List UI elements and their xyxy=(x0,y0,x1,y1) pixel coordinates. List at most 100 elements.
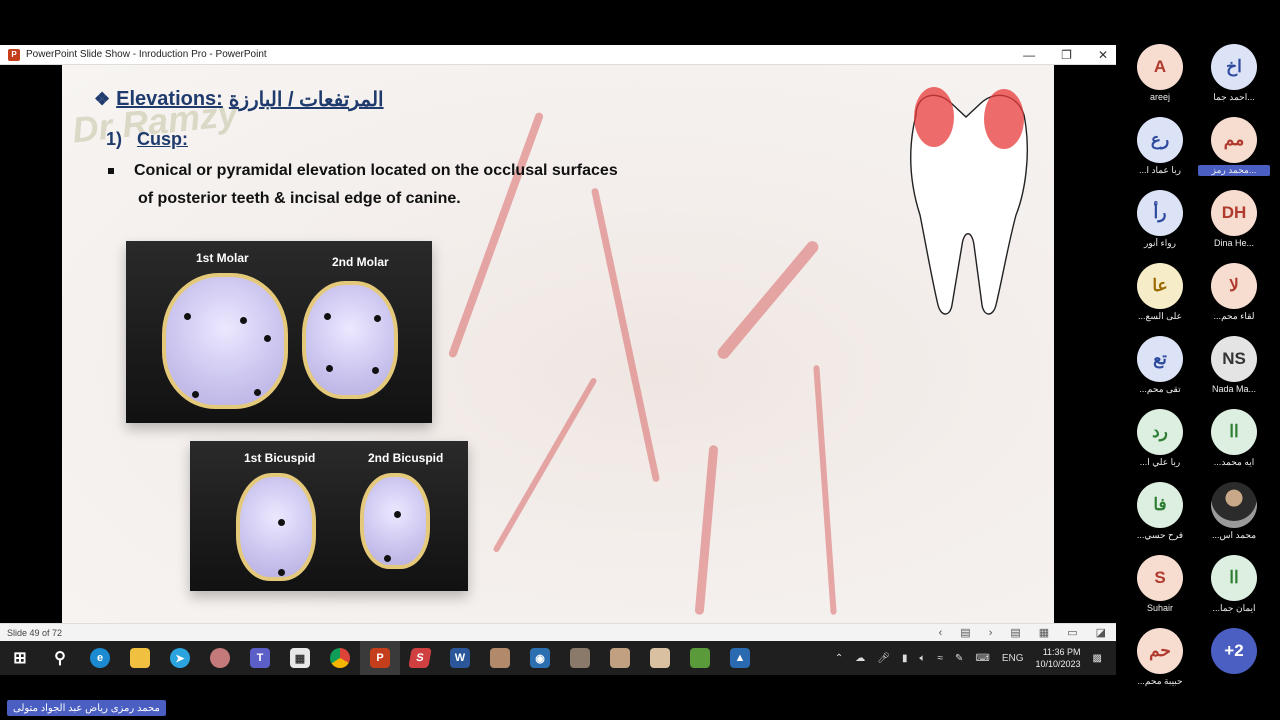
second-bicuspid-tooth xyxy=(360,473,430,569)
chrome-icon[interactable] xyxy=(320,641,360,675)
cloud-icon[interactable]: ☁ xyxy=(855,653,865,664)
minecraft-icon[interactable] xyxy=(680,641,720,675)
first-bicuspid-tooth xyxy=(236,473,316,581)
slide-counter: Slide 49 of 72 xyxy=(7,627,63,638)
speaker-name-label: محمد رمزى رياض عبد الجواد متولى xyxy=(7,700,166,716)
participant-tile[interactable]: +2 xyxy=(1198,628,1270,698)
chevron-up-icon[interactable]: ⌃ xyxy=(835,653,843,664)
participant-avatar: رد xyxy=(1137,409,1183,455)
windows-start-icon[interactable]: ⊞ xyxy=(0,641,40,675)
pen-icon[interactable]: ✎ xyxy=(955,653,963,664)
participant-avatar: NS xyxy=(1211,336,1257,382)
clock-time: 11:36 PM xyxy=(1042,647,1081,657)
participant-avatar: اا xyxy=(1211,555,1257,601)
minimize-button[interactable]: — xyxy=(1023,48,1035,62)
participant-tile[interactable]: DH Dina He... xyxy=(1198,190,1270,260)
slide-sorter-icon[interactable]: ▤ xyxy=(960,626,970,639)
participant-name: ...ربا علي ا xyxy=(1139,457,1181,467)
participant-name: رواء أنور xyxy=(1144,238,1176,248)
clock[interactable]: 11:36 PM 10/10/2023 xyxy=(1036,646,1081,670)
file-explorer-icon[interactable] xyxy=(120,641,160,675)
participant-name: ...تقى محم xyxy=(1139,384,1181,394)
participant-tile[interactable]: Aareej xyxy=(1124,44,1196,114)
participant-avatar: A xyxy=(1137,44,1183,90)
search-icon[interactable]: ⚲ xyxy=(40,641,80,675)
participant-tile[interactable]: تع ...تقى محم xyxy=(1124,336,1196,406)
app-icon[interactable]: S xyxy=(400,641,440,675)
participant-tile[interactable]: رع ...ربا عماد ا xyxy=(1124,117,1196,187)
telegram-icon[interactable]: ➤ xyxy=(160,641,200,675)
notification-icon[interactable]: ▩ xyxy=(1093,653,1102,664)
battery-icon[interactable]: ▮ xyxy=(902,653,908,664)
photo-icon[interactable] xyxy=(560,641,600,675)
app-icon[interactable]: ◉ xyxy=(520,641,560,675)
volume-icon[interactable]: 🔈︎ xyxy=(920,653,926,664)
participant-name: ...على السع xyxy=(1138,311,1182,321)
clock-date: 10/10/2023 xyxy=(1035,659,1081,669)
slide[interactable]: Dr Ramzy ❖ Elevations: المرتفعات / البار… xyxy=(62,65,1054,623)
participant-name: Suhair xyxy=(1146,603,1173,613)
word-icon[interactable]: W xyxy=(440,641,480,675)
slideshow-view-icon[interactable]: ◪ xyxy=(1096,626,1106,639)
participant-name: احمد جما... xyxy=(1213,92,1255,102)
app-icon[interactable]: ▲ xyxy=(720,641,760,675)
status-bar: Slide 49 of 72 ‹ ▤ › ▤ ▦ ▭ ◪ xyxy=(0,623,1116,641)
reading-view-icon[interactable]: ▭ xyxy=(1067,626,1077,639)
window-title: PowerPoint Slide Show - Inroduction Pro … xyxy=(26,49,267,60)
microphone-icon[interactable]: 🎤︎ xyxy=(877,653,890,664)
participant-tile[interactable]: فا ...فرح حسي xyxy=(1124,482,1196,552)
bicuspid-photo: 1st Bicuspid 2nd Bicuspid xyxy=(190,441,468,591)
participant-name: ...فرح حسي xyxy=(1136,530,1184,540)
participant-tile[interactable]: اا ...ايمان جما xyxy=(1198,555,1270,625)
second-molar-tooth xyxy=(302,281,398,399)
molar-photo: 1st Molar 2nd Molar xyxy=(126,241,432,423)
participant-avatar: لا xyxy=(1211,263,1257,309)
taskbar: ⊞ ⚲ e ➤ T ▦ P S W ◉ ▲ ⌃ ☁ 🎤︎ ▮ 🔈︎ ≈ ✎ ⌨ … xyxy=(0,641,1116,675)
close-button[interactable]: ✕ xyxy=(1098,48,1108,62)
participant-name: ...ربا عماد ا xyxy=(1139,165,1181,175)
square-bullet-icon xyxy=(108,167,114,174)
participant-avatar: +2 xyxy=(1211,628,1257,674)
normal-view-icon[interactable]: ▤ xyxy=(1010,626,1020,639)
participant-name: ...حبيبة محم xyxy=(1137,676,1183,686)
cusp-highlight xyxy=(984,89,1024,149)
next-slide-icon[interactable]: › xyxy=(989,627,993,639)
powerpoint-window: P PowerPoint Slide Show - Inroduction Pr… xyxy=(0,45,1116,675)
bullet-line-2: of posterior teeth & incisal edge of can… xyxy=(138,190,461,207)
powerpoint-icon[interactable]: P xyxy=(360,641,400,675)
language-indicator[interactable]: ENG xyxy=(1002,653,1024,664)
participant-tile[interactable]: لا ...لقاء محم xyxy=(1198,263,1270,333)
photo-icon[interactable] xyxy=(600,641,640,675)
slide-area: Dr Ramzy ❖ Elevations: المرتفعات / البار… xyxy=(0,65,1116,623)
participant-name: areej xyxy=(1149,92,1170,102)
participant-tile[interactable]: عا ...على السع xyxy=(1124,263,1196,333)
restore-button[interactable]: ❐ xyxy=(1061,48,1072,62)
participant-tile[interactable]: رد ...ربا علي ا xyxy=(1124,409,1196,479)
participant-name: ...ايمان جما xyxy=(1212,603,1256,613)
participant-tile[interactable]: ...محمد اس xyxy=(1198,482,1270,552)
participant-tile[interactable]: اا ...ايه محمد xyxy=(1198,409,1270,479)
participant-tile[interactable]: رأ رواء أنور xyxy=(1124,190,1196,260)
previous-slide-icon[interactable]: ‹ xyxy=(939,627,943,639)
sorter-view-icon[interactable]: ▦ xyxy=(1039,626,1049,639)
participant-tile[interactable]: S Suhair xyxy=(1124,555,1196,625)
participant-avatar: اخ xyxy=(1211,44,1257,90)
participant-tile[interactable]: مم محمد رمز... xyxy=(1198,117,1270,187)
label-2nd-bicuspid: 2nd Bicuspid xyxy=(368,451,444,465)
participant-avatar: اا xyxy=(1211,409,1257,455)
edge-icon[interactable]: e xyxy=(80,641,120,675)
teams-icon[interactable]: T xyxy=(240,641,280,675)
participant-avatar: رع xyxy=(1137,117,1183,163)
slide-title: ❖ Elevations: المرتفعات / البارزة xyxy=(94,87,384,112)
participant-tile[interactable]: حم ...حبيبة محم xyxy=(1124,628,1196,698)
participant-tile[interactable]: اخ احمد جما... xyxy=(1198,44,1270,114)
cusp-highlight xyxy=(914,87,954,147)
wifi-icon[interactable]: ≈ xyxy=(938,653,944,664)
store-icon[interactable]: ▦ xyxy=(280,641,320,675)
photo-icon[interactable] xyxy=(480,641,520,675)
participant-tile[interactable]: NS Nada Ma... xyxy=(1198,336,1270,406)
photo-icon[interactable] xyxy=(640,641,680,675)
app-icon[interactable] xyxy=(200,641,240,675)
participant-avatar: عا xyxy=(1137,263,1183,309)
keyboard-icon[interactable]: ⌨ xyxy=(975,653,989,664)
